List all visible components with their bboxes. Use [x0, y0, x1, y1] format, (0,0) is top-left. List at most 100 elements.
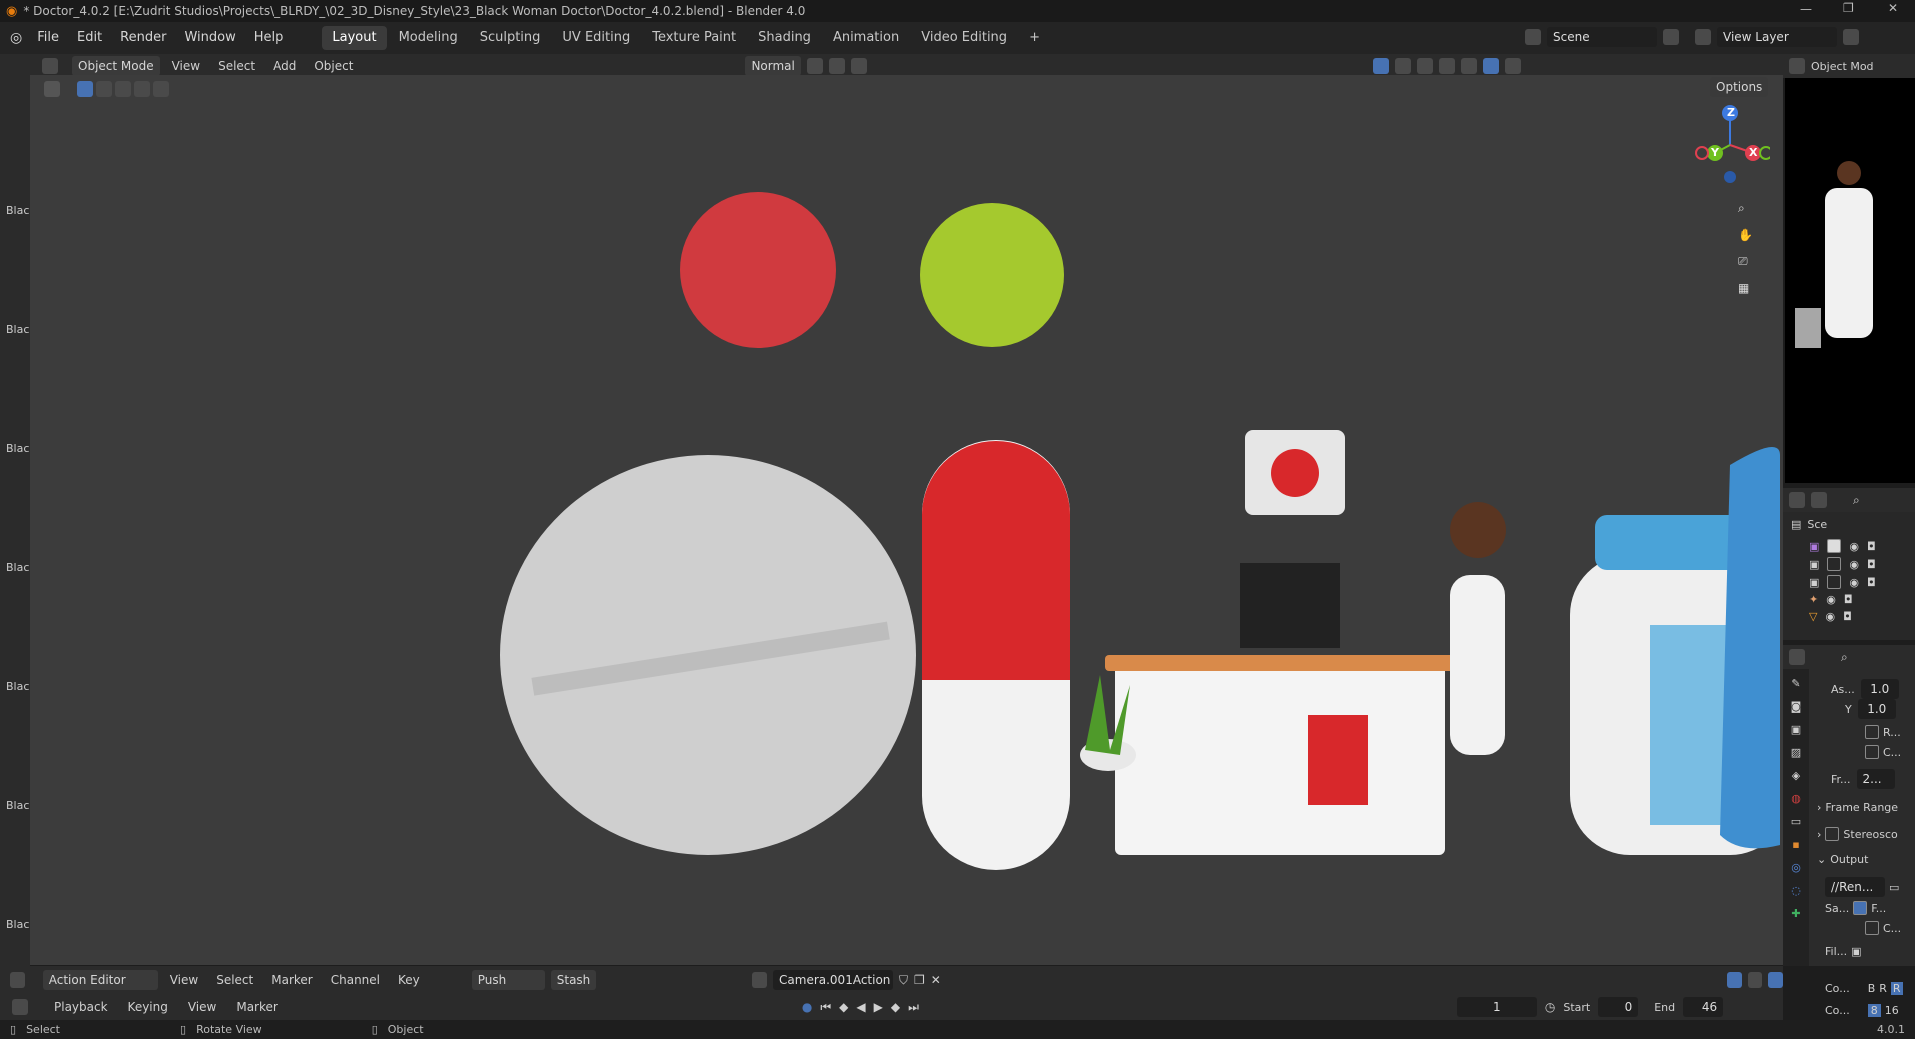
file-extensions-checkbox[interactable]	[1853, 901, 1868, 915]
aspect-x-field[interactable]: 1.0	[1860, 679, 1899, 699]
tab-shading[interactable]: Shading	[748, 26, 821, 50]
viewport-menu-add[interactable]: Add	[267, 59, 302, 73]
editor-type-icon[interactable]	[10, 972, 25, 988]
pivot-icon[interactable]	[806, 58, 823, 74]
tab-video-editing[interactable]: Video Editing	[911, 26, 1017, 50]
add-workspace-icon[interactable]: +	[1019, 26, 1050, 50]
stereoscopy-panel[interactable]: › Stereosco	[1817, 827, 1898, 841]
outliner-row[interactable]: ▣ ◉ ◘	[1783, 537, 1915, 555]
tool-label[interactable]: Blac	[6, 204, 29, 217]
action-menu-select[interactable]: Select	[210, 973, 259, 987]
tab-uv-editing[interactable]: UV Editing	[552, 26, 640, 50]
camera-icon[interactable]: ◘	[1867, 558, 1876, 571]
action-menu-key[interactable]: Key	[392, 973, 426, 987]
menu-edit[interactable]: Edit	[68, 22, 111, 54]
scene-icon[interactable]	[1525, 29, 1541, 45]
editor-type-icon[interactable]	[42, 58, 58, 74]
output-panel[interactable]: ⌄ Output	[1817, 853, 1868, 866]
stereoscopy-checkbox[interactable]	[1825, 827, 1840, 841]
mode-dropdown[interactable]: Object Mode	[72, 56, 160, 76]
world-tab-icon[interactable]: ◍	[1791, 792, 1801, 805]
cache-result-checkbox[interactable]	[1865, 921, 1879, 935]
camera-icon[interactable]: ◘	[1867, 576, 1876, 589]
end-frame-field[interactable]: 46	[1683, 997, 1724, 1017]
color-bw-button[interactable]: B	[1868, 982, 1876, 995]
menu-file[interactable]: File	[28, 22, 68, 54]
action-menu-marker[interactable]: Marker	[265, 973, 318, 987]
overlay-icon[interactable]	[1394, 58, 1411, 74]
snap-icon[interactable]	[828, 58, 845, 74]
camera-icon[interactable]: ◘	[1843, 610, 1852, 623]
view-layer-field[interactable]: View Layer	[1717, 27, 1837, 47]
image-format-icon[interactable]: ▣	[1851, 945, 1861, 958]
aspect-y-field[interactable]: 1.0	[1857, 699, 1896, 719]
3d-viewport[interactable]: Options Z Y X ⌕ ✋ ⎚ ▦	[30, 75, 1783, 965]
camera-preview[interactable]	[1785, 78, 1915, 483]
exclude-checkbox[interactable]	[1827, 557, 1842, 571]
tab-texture-paint[interactable]: Texture Paint	[642, 26, 746, 50]
jump-end-icon[interactable]: ⏭	[908, 1000, 919, 1015]
new-view-layer-icon[interactable]	[1843, 29, 1859, 45]
timeline-menu-marker[interactable]: Marker	[230, 1000, 283, 1014]
timeline-menu-playback[interactable]: Playback	[48, 1000, 114, 1014]
gizmo-toggle-icon[interactable]	[1372, 58, 1389, 74]
select-subtract-icon[interactable]	[115, 81, 131, 97]
tool-label[interactable]: Blac	[6, 799, 29, 812]
new-scene-icon[interactable]	[1663, 29, 1679, 45]
render-tab-icon[interactable]: ◙	[1791, 700, 1802, 713]
select-invert-icon[interactable]	[134, 81, 150, 97]
output-tab-icon[interactable]: ▣	[1791, 723, 1801, 736]
collection-tab-icon[interactable]: ▭	[1791, 815, 1801, 828]
timeline-menu-view[interactable]: View	[182, 1000, 222, 1014]
physics-tab-icon[interactable]: ◌	[1791, 884, 1801, 897]
properties-type-icon[interactable]	[1789, 649, 1805, 665]
tool-tab-icon[interactable]: ✎	[1791, 677, 1800, 690]
tool-label[interactable]: Blac	[6, 918, 29, 931]
menu-help[interactable]: Help	[245, 22, 293, 54]
jump-start-icon[interactable]: ⏮	[820, 1000, 831, 1015]
menu-render[interactable]: Render	[111, 22, 175, 54]
object-tab-icon[interactable]: ▪	[1792, 838, 1799, 851]
view-layer-icon[interactable]	[1695, 29, 1711, 45]
filter-selected-icon[interactable]	[1726, 972, 1742, 988]
right-mode-label[interactable]: Object Mod	[1811, 60, 1874, 73]
shading-solid-icon[interactable]	[1460, 58, 1477, 74]
next-keyframe-icon[interactable]: ◆	[891, 1000, 900, 1014]
stash-button[interactable]: Stash	[550, 970, 597, 990]
fake-user-icon[interactable]: ⛉	[899, 973, 908, 988]
minimize-icon[interactable]: —	[1800, 2, 1812, 16]
tool-label[interactable]: Blac	[6, 561, 29, 574]
viewport-menu-object[interactable]: Object	[308, 59, 359, 73]
depth-8-button[interactable]: 8	[1867, 1004, 1881, 1017]
camera-icon[interactable]: ◘	[1844, 593, 1853, 606]
scene-tab-icon[interactable]: ◈	[1792, 769, 1800, 782]
outliner-scene-row[interactable]: ▤ Sce	[1783, 512, 1915, 537]
clock-icon[interactable]	[12, 999, 28, 1015]
maximize-icon[interactable]: ❐	[1843, 1, 1854, 15]
frame-rate-dropdown[interactable]: 2...	[1856, 769, 1895, 789]
play-reverse-icon[interactable]: ◀	[856, 1000, 865, 1014]
viewport-menu-select[interactable]: Select	[212, 59, 261, 73]
action-menu-view[interactable]: View	[164, 973, 204, 987]
tool-label[interactable]: Blac	[6, 323, 29, 336]
search-icon[interactable]: ⌕	[1841, 650, 1848, 665]
tab-animation[interactable]: Animation	[823, 26, 909, 50]
crop-checkbox[interactable]	[1865, 745, 1879, 759]
color-rgba-button[interactable]: R	[1890, 982, 1903, 995]
render-region-checkbox[interactable]	[1865, 725, 1879, 739]
eye-icon[interactable]: ◉	[1849, 576, 1859, 589]
data-tab-icon[interactable]: ✚	[1791, 907, 1800, 920]
eye-icon[interactable]: ◉	[1849, 558, 1859, 571]
exclude-checkbox[interactable]	[1827, 539, 1842, 553]
action-menu-channel[interactable]: Channel	[325, 973, 386, 987]
exclude-checkbox[interactable]	[1827, 575, 1842, 589]
frame-range-panel[interactable]: › Frame Range	[1817, 801, 1898, 814]
xray-icon[interactable]	[1416, 58, 1433, 74]
tool-label[interactable]: Blac	[6, 680, 29, 693]
snap-icon[interactable]	[1768, 972, 1784, 988]
select-intersect-icon[interactable]	[153, 81, 169, 97]
outliner-row[interactable]: ✦ ◉ ◘	[1783, 591, 1915, 608]
close-icon[interactable]: ✕	[1888, 1, 1898, 15]
outliner-row[interactable]: ▣ ◉ ◘	[1783, 573, 1915, 591]
play-icon[interactable]: ▶	[874, 1000, 883, 1014]
